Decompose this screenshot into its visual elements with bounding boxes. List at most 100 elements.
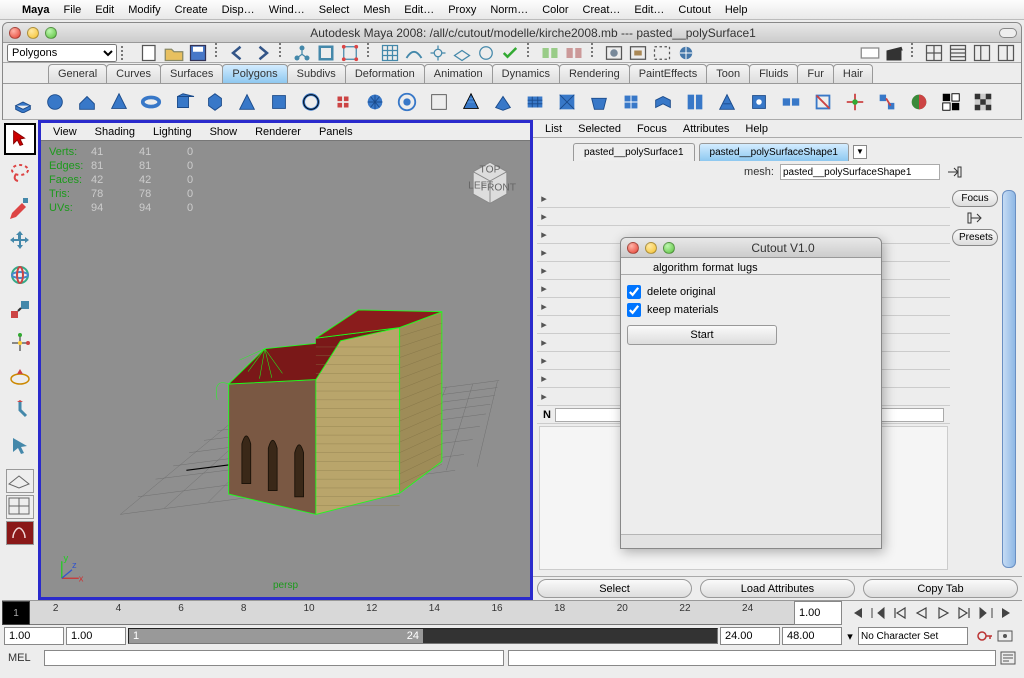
shelf-poly-icon-4[interactable] — [137, 88, 165, 116]
vp-menu-renderer[interactable]: Renderer — [255, 126, 301, 138]
snap-grid-icon[interactable] — [380, 43, 400, 63]
shelf-poly-icon-16[interactable] — [521, 88, 549, 116]
current-frame-indicator[interactable]: 1 — [2, 601, 30, 625]
checkbox-keep-materials[interactable] — [627, 303, 641, 317]
attr-menu-list[interactable]: List — [545, 123, 562, 135]
step-fwd-icon[interactable] — [957, 606, 971, 620]
vp-menu-panels[interactable]: Panels — [319, 126, 353, 138]
attr-tab-surface[interactable]: pasted__polySurface1 — [573, 143, 695, 161]
attr-menu-selected[interactable]: Selected — [578, 123, 621, 135]
rotate-tool[interactable] — [4, 259, 36, 291]
attr-tab-shape[interactable]: pasted__polySurfaceShape1 — [699, 143, 849, 161]
anim-prefs-icon[interactable] — [997, 629, 1013, 643]
snap-plane-icon[interactable] — [452, 43, 472, 63]
select-object-icon[interactable] — [316, 43, 336, 63]
menu-edituv[interactable]: Edit… — [634, 4, 664, 16]
shelf-poly-icon-30[interactable] — [969, 88, 997, 116]
save-scene-icon[interactable] — [188, 43, 208, 63]
play-icon[interactable] — [936, 606, 950, 620]
shelf-poly-icon-1[interactable] — [41, 88, 69, 116]
menu-proxy[interactable]: Proxy — [448, 4, 476, 16]
attr-section[interactable]: ▸ — [537, 190, 950, 208]
menu-modify[interactable]: Modify — [128, 4, 160, 16]
shelf-poly-icon-9[interactable] — [297, 88, 325, 116]
step-back-icon[interactable] — [893, 606, 907, 620]
range-start-outer[interactable] — [4, 627, 64, 645]
shelf-poly-icon-2[interactable] — [73, 88, 101, 116]
play-back-icon[interactable] — [914, 606, 928, 620]
maya-logo-icon[interactable] — [6, 521, 34, 545]
make-live-icon[interactable] — [500, 43, 520, 63]
select-hierarchy-icon[interactable] — [292, 43, 312, 63]
shelf-tab-fur[interactable]: Fur — [797, 64, 834, 83]
opt-keep-materials[interactable]: keep materials — [627, 301, 875, 319]
shelf-poly-icon-20[interactable] — [649, 88, 677, 116]
shelf-poly-icon-8[interactable] — [265, 88, 293, 116]
channel-box-icon[interactable] — [996, 43, 1016, 63]
tab-lugs[interactable]: lugs — [737, 262, 757, 274]
menu-edit[interactable]: Edit — [95, 4, 114, 16]
command-input[interactable] — [44, 650, 504, 666]
attr-menu-help[interactable]: Help — [745, 123, 768, 135]
time-ruler-track[interactable]: 24681012141618202224 — [30, 601, 794, 625]
history-off-icon[interactable] — [564, 43, 584, 63]
shelf-poly-icon-25[interactable] — [809, 88, 837, 116]
clapper-icon[interactable] — [884, 43, 904, 63]
range-end-outer[interactable] — [782, 627, 842, 645]
start-button[interactable]: Start — [627, 325, 777, 345]
key-icon[interactable] — [977, 629, 993, 643]
cutout-dialog[interactable]: Cutout V1.0 algorithm format lugs delete… — [620, 237, 882, 549]
shelf-poly-icon-14[interactable] — [457, 88, 485, 116]
shelf-tab-toon[interactable]: Toon — [706, 64, 750, 83]
shelf-poly-icon-18[interactable] — [585, 88, 613, 116]
viewcube[interactable]: TOP LEFT FRONT — [462, 153, 518, 209]
shelf-poly-icon-21[interactable] — [681, 88, 709, 116]
shelf-tab-deformation[interactable]: Deformation — [345, 64, 425, 83]
copy-tab-button[interactable]: Copy Tab — [863, 579, 1018, 598]
shelf-poly-icon-29[interactable] — [937, 88, 965, 116]
focus-in-icon[interactable] — [946, 165, 962, 179]
shelf-poly-icon-24[interactable] — [777, 88, 805, 116]
snap-curve-icon[interactable] — [404, 43, 424, 63]
command-output[interactable] — [508, 650, 996, 666]
menu-color[interactable]: Color — [542, 4, 568, 16]
snap-point-icon[interactable] — [428, 43, 448, 63]
shelf-poly-icon-26[interactable] — [841, 88, 869, 116]
range-slider[interactable]: 124 — [128, 628, 718, 644]
script-editor-icon[interactable] — [1000, 651, 1016, 665]
single-view-icon[interactable] — [6, 469, 34, 493]
history-icon[interactable] — [540, 43, 560, 63]
undo-icon[interactable] — [228, 43, 248, 63]
menu-help[interactable]: Help — [725, 4, 748, 16]
goto-end-icon[interactable] — [1000, 606, 1014, 620]
vp-menu-view[interactable]: View — [53, 126, 77, 138]
dialog-titlebar[interactable]: Cutout V1.0 — [621, 238, 881, 258]
dlg-zoom-button[interactable] — [663, 242, 675, 254]
soft-mod-tool[interactable] — [4, 361, 36, 393]
app-menu[interactable]: Maya — [22, 4, 50, 16]
shelf-poly-icon-6[interactable] — [201, 88, 229, 116]
shelf-poly-icon-10[interactable] — [329, 88, 357, 116]
dlg-close-button[interactable] — [627, 242, 639, 254]
menu-normals[interactable]: Norm… — [490, 4, 528, 16]
select-tool[interactable] — [4, 123, 36, 155]
step-back-key-icon[interactable] — [871, 606, 885, 620]
menu-display[interactable]: Disp… — [222, 4, 255, 16]
opt-delete-original[interactable]: delete original — [627, 283, 875, 301]
attr-menu-attributes[interactable]: Attributes — [683, 123, 729, 135]
shelf-tab-surfaces[interactable]: Surfaces — [160, 64, 223, 83]
range-dropdown[interactable]: ▾ — [844, 630, 856, 643]
select-component-icon[interactable] — [340, 43, 360, 63]
tool-settings-icon[interactable] — [972, 43, 992, 63]
menu-cutout[interactable]: Cutout — [678, 4, 710, 16]
current-frame-field[interactable]: 1.00 — [794, 601, 842, 625]
lasso-tool[interactable] — [4, 157, 36, 189]
four-view-icon[interactable] — [6, 495, 34, 519]
titlebar[interactable]: Autodesk Maya 2008: /all/c/cutout/modell… — [3, 23, 1021, 43]
shelf-poly-icon-15[interactable] — [489, 88, 517, 116]
snap-live-icon[interactable] — [476, 43, 496, 63]
select-button[interactable]: Select — [537, 579, 692, 598]
focus-out-icon[interactable] — [967, 211, 983, 225]
render-region-icon[interactable] — [652, 43, 672, 63]
step-fwd-key-icon[interactable] — [979, 606, 993, 620]
